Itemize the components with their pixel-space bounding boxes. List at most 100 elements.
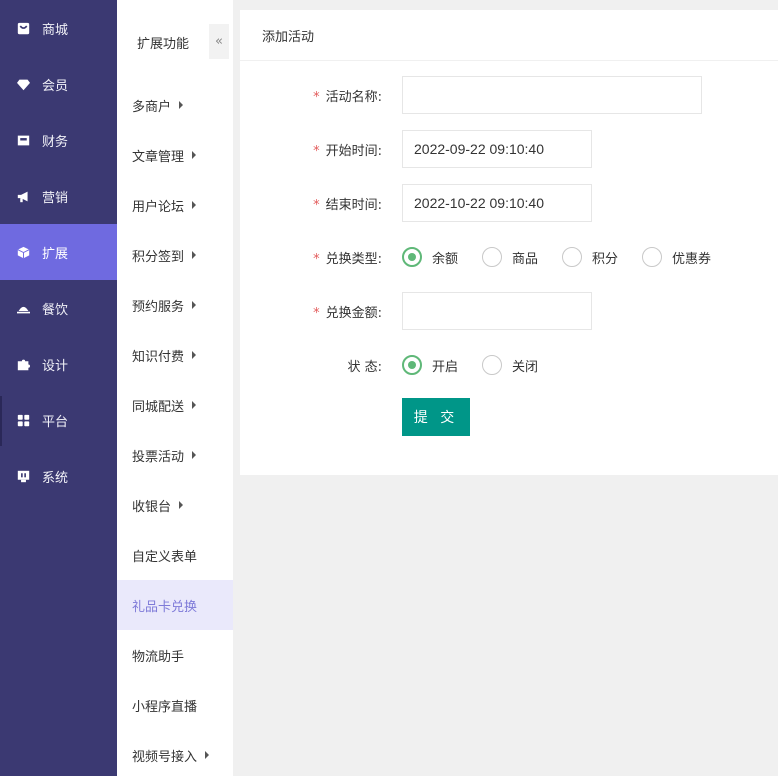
form-card: 添加活动 * 活动名称: * 开始时间: * 结束时间: * 兑换类型: 余额 商品 积… (240, 10, 778, 475)
submenu-item-label: 小程序直播 (132, 699, 198, 715)
cube-icon (17, 246, 30, 259)
sidebar-item-label: 餐饮 (42, 302, 69, 318)
submenu-title: 扩展功能 (137, 37, 190, 52)
field-label-text: 结束时间: (325, 197, 382, 213)
diamond-icon (17, 78, 30, 91)
submenu-item-logistics[interactable]: 物流助手 (117, 630, 233, 680)
sidebar-item-marketing[interactable]: 营销 (0, 168, 117, 224)
puzzle-icon (17, 358, 30, 371)
submenu-item-booking[interactable]: 预约服务 (117, 280, 233, 330)
submenu-item-cashier[interactable]: 收银台 (117, 480, 233, 530)
caret-right-icon (192, 451, 197, 459)
caret-right-icon (192, 251, 197, 259)
status-radio-group: 开启 关闭 (402, 355, 562, 375)
submit-button[interactable]: 提 交 (402, 398, 470, 436)
submenu-item-label: 投票活动 (132, 449, 185, 465)
field-label-text: 开始时间: (325, 143, 382, 159)
double-chevron-left-icon: « (215, 34, 223, 49)
collapse-button[interactable]: « (209, 24, 229, 59)
form-row-type: * 兑换类型: 余额 商品 积分 优惠券 (240, 238, 778, 276)
submenu-item-local-delivery[interactable]: 同城配送 (117, 380, 233, 430)
caret-right-icon (205, 751, 210, 759)
field-label-text: 兑换类型: (325, 251, 382, 267)
radio-label: 余额 (432, 251, 459, 267)
sidebar-divider (0, 396, 2, 446)
submenu-item-miniapp-live[interactable]: 小程序直播 (117, 680, 233, 730)
sidebar-item-label: 财务 (42, 134, 69, 150)
start-time-input[interactable] (402, 130, 592, 168)
required-mark: * (313, 89, 320, 105)
radio-points[interactable]: 积分 (562, 247, 618, 267)
sidebar-item-label: 系统 (42, 470, 69, 486)
monitor-icon (17, 470, 30, 483)
grid-icon (17, 414, 30, 427)
submenu-item-voting[interactable]: 投票活动 (117, 430, 233, 480)
submenu-item-label: 预约服务 (132, 299, 185, 315)
submenu-item-forum[interactable]: 用户论坛 (117, 180, 233, 230)
sidebar-item-catering[interactable]: 餐饮 (0, 280, 117, 336)
submenu-item-custom-form[interactable]: 自定义表单 (117, 530, 233, 580)
caret-right-icon (192, 401, 197, 409)
main-sidebar: 商城 会员 财务 营销 扩展 餐饮 设计 平台 系统 (0, 0, 117, 776)
caret-right-icon (179, 501, 184, 509)
radio-checked-icon (402, 247, 422, 267)
sidebar-item-finance[interactable]: 财务 (0, 112, 117, 168)
submenu-item-label: 视频号接入 (132, 749, 198, 765)
exchange-type-radio-group: 余额 商品 积分 优惠券 (402, 247, 735, 267)
end-time-input[interactable] (402, 184, 592, 222)
sidebar-item-label: 营销 (42, 190, 69, 206)
dish-icon (17, 302, 30, 315)
submenu-item-channels[interactable]: 视频号接入 (117, 730, 233, 776)
megaphone-icon (17, 190, 30, 203)
radio-unchecked-icon (482, 247, 503, 267)
submenu-item-points-signin[interactable]: 积分签到 (117, 230, 233, 280)
form-row-name: * 活动名称: (240, 76, 778, 114)
form-row-start: * 开始时间: (240, 130, 778, 168)
radio-balance[interactable]: 余额 (402, 247, 458, 267)
required-mark: * (313, 251, 320, 267)
submenu-item-label: 多商户 (132, 99, 172, 115)
radio-unchecked-icon (562, 247, 583, 267)
sidebar-item-platform[interactable]: 平台 (0, 392, 117, 448)
required-mark: * (313, 143, 320, 159)
radio-checked-icon (402, 355, 422, 375)
sidebar-item-extension[interactable]: 扩展 (0, 224, 117, 280)
sidebar-item-label: 扩展 (42, 246, 69, 262)
submenu-item-label: 文章管理 (132, 149, 185, 165)
radio-goods[interactable]: 商品 (482, 247, 538, 267)
radio-disabled[interactable]: 关闭 (482, 355, 538, 375)
main-content: 添加活动 * 活动名称: * 开始时间: * 结束时间: * 兑换类型: 余额 商品 积… (233, 0, 778, 776)
sidebar-item-design[interactable]: 设计 (0, 336, 117, 392)
activity-name-input[interactable] (402, 76, 702, 114)
submenu-item-label: 礼品卡兑换 (132, 599, 198, 615)
form-row-amount: * 兑换金额: (240, 292, 778, 330)
submenu-item-articles[interactable]: 文章管理 (117, 130, 233, 180)
submenu-item-label: 自定义表单 (132, 549, 198, 565)
radio-enabled[interactable]: 开启 (402, 355, 458, 375)
radio-coupon[interactable]: 优惠券 (642, 247, 711, 267)
extension-submenu: 扩展功能 « 多商户 文章管理 用户论坛 积分签到 预约服务 知识付费 同城配送… (117, 0, 233, 776)
submenu-item-label: 知识付费 (132, 349, 185, 365)
submenu-list: 多商户 文章管理 用户论坛 积分签到 预约服务 知识付费 同城配送 投票活动 收… (117, 80, 233, 776)
sidebar-item-shop[interactable]: 商城 (0, 0, 117, 56)
field-label: * 活动名称: (313, 86, 382, 105)
sidebar-item-system[interactable]: 系统 (0, 448, 117, 504)
form-row-end: * 结束时间: (240, 184, 778, 222)
submenu-item-label: 积分签到 (132, 249, 185, 265)
field-label: * 结束时间: (313, 194, 382, 213)
wallet-icon (17, 134, 30, 147)
submenu-item-paid-knowledge[interactable]: 知识付费 (117, 330, 233, 380)
field-label-text: 兑换金额: (325, 305, 382, 321)
submenu-item-multi-merchant[interactable]: 多商户 (117, 80, 233, 130)
exchange-amount-input[interactable] (402, 292, 592, 330)
submenu-item-giftcard[interactable]: 礼品卡兑换 (117, 580, 233, 630)
sidebar-item-label: 设计 (42, 358, 69, 374)
submenu-header: 扩展功能 « (117, 0, 233, 84)
caret-right-icon (179, 101, 184, 109)
radio-label: 积分 (592, 251, 619, 267)
submenu-item-label: 同城配送 (132, 399, 185, 415)
caret-right-icon (192, 351, 197, 359)
sidebar-item-member[interactable]: 会员 (0, 56, 117, 112)
submenu-item-label: 收银台 (132, 499, 172, 515)
radio-label: 优惠券 (672, 251, 712, 267)
